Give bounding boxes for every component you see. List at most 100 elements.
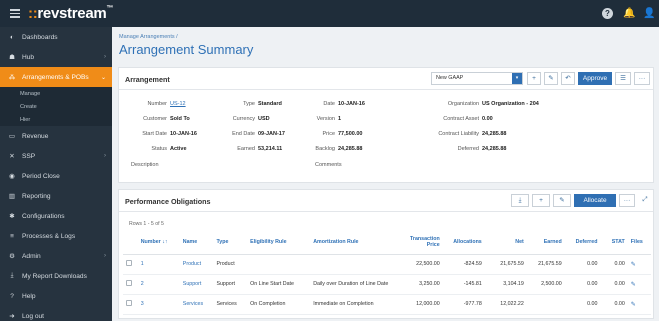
sidebar-item-arrangements[interactable]: ⁂ Arrangements & POBs ⌄ <box>0 67 112 87</box>
pob-stat: 0.00 <box>600 254 628 275</box>
sidebar-item-dashboards[interactable]: ◐ Dashboards <box>0 27 112 47</box>
pob-allocations: -977.78 <box>442 294 485 315</box>
pob-name-link[interactable]: Product <box>179 254 214 275</box>
pob-panel: Performance Obligations ⤓ + ✎ Allocate ·… <box>118 189 654 319</box>
col-type[interactable]: Type <box>213 230 248 255</box>
pob-price: 22,500.00 <box>394 254 443 275</box>
sidebar-item-processes[interactable]: ≡ Processes & Logs <box>0 226 112 246</box>
user-icon[interactable]: 👤 <box>643 8 655 19</box>
pob-earned: 21,675.59 <box>526 254 565 275</box>
help-icon[interactable]: ? <box>602 8 613 19</box>
field-date: Date 10-JAN-16 <box>323 101 365 107</box>
pob-stat: 0.00 <box>600 294 628 315</box>
col-number[interactable]: Number ↓↑ <box>137 230 180 255</box>
list-icon[interactable]: ☰ <box>615 72 631 85</box>
edit-icon[interactable]: ✎ <box>544 72 558 85</box>
sidebar-item-admin[interactable]: ⚙ Admin › <box>0 246 112 266</box>
field-comments: Comments <box>315 162 342 168</box>
expand-icon[interactable]: ⤢ <box>638 194 652 207</box>
hamburger-menu-icon[interactable] <box>10 9 20 18</box>
sidebar-item-downloads[interactable]: ⤓ My Report Downloads <box>0 266 112 286</box>
period-close-icon: ◉ <box>9 173 15 180</box>
undo-icon[interactable]: ↶ <box>561 72 575 85</box>
sidebar-item-hub[interactable]: ☗ Hub › <box>0 47 112 67</box>
sidebar-item-period-close[interactable]: ◉ Period Close <box>0 166 112 186</box>
edit-icon[interactable]: ✎ <box>553 194 571 207</box>
arrangement-number-link[interactable]: US-12 <box>170 101 186 107</box>
field-number: Number US-12 <box>147 101 186 107</box>
help-circle-icon: ? <box>10 292 14 300</box>
pob-deferred: 0.00 <box>564 254 601 275</box>
arrangement-panel: Arrangement New GAAP ▾ + ✎ ↶ Approve ☰ ·… <box>118 67 654 183</box>
pob-net: 3,104.19 <box>484 274 527 295</box>
bell-icon[interactable]: 🔔 <box>623 8 635 19</box>
sidebar-item-logout[interactable]: ➜ Log out <box>0 306 112 321</box>
col-eligibility[interactable]: Eligibility Rule <box>247 230 311 255</box>
pob-deferred: 0.00 <box>564 294 601 315</box>
pob-amortization <box>310 254 395 275</box>
col-files[interactable]: Files <box>627 230 651 255</box>
file-icon[interactable]: ✎ <box>631 302 636 308</box>
col-deferred[interactable]: Deferred <box>564 230 601 255</box>
add-button[interactable]: + <box>527 72 541 85</box>
pob-eligibility: On Line Start Date <box>247 274 311 295</box>
pob-net: 12,022.22 <box>484 294 527 315</box>
table-row[interactable]: 3 Services Services On Completion Immedi… <box>123 294 651 315</box>
gaap-view-select[interactable]: New GAAP ▾ <box>431 72 523 85</box>
revenue-icon: ▭ <box>8 133 16 140</box>
field-currency: Currency USD <box>232 116 270 122</box>
chevron-right-icon: › <box>104 54 106 60</box>
sidebar-subitem-hier[interactable]: Hier <box>0 113 112 126</box>
sidebar-subitem-create[interactable]: Create <box>0 100 112 113</box>
chevron-down-icon: ▾ <box>512 73 522 84</box>
field-type: Type Standard <box>243 101 282 107</box>
file-icon[interactable]: ✎ <box>631 262 636 268</box>
col-allocations[interactable]: Allocations <box>442 230 485 255</box>
pob-type: Support <box>213 274 248 295</box>
pob-number-link[interactable]: 3 <box>137 294 180 315</box>
pob-eligibility: On Completion <box>247 294 311 315</box>
configurations-icon: ✱ <box>9 213 15 220</box>
download-icon[interactable]: ⤓ <box>511 194 529 207</box>
breadcrumb[interactable]: Manage Arrangements / <box>119 34 178 40</box>
col-name[interactable]: Name <box>179 230 214 255</box>
col-amortization[interactable]: Amortization Rule <box>310 230 395 255</box>
col-earned[interactable]: Earned <box>526 230 565 255</box>
row-checkbox[interactable] <box>126 260 132 266</box>
allocate-button[interactable]: Allocate <box>574 194 616 207</box>
more-button[interactable]: ··· <box>619 194 635 207</box>
arrangements-icon: ⁂ <box>8 74 16 81</box>
field-earned: Earned 53,214.11 <box>237 146 283 152</box>
chevron-down-icon: ⌄ <box>100 74 106 81</box>
table-row[interactable]: 2 Support Support On Line Start Date Dai… <box>123 274 651 295</box>
col-stat[interactable]: STAT <box>600 230 628 255</box>
sidebar-item-reporting[interactable]: ▥ Reporting <box>0 186 112 206</box>
sidebar-item-ssp[interactable]: ✕ SSP › <box>0 146 112 166</box>
pob-number-link[interactable]: 1 <box>137 254 180 275</box>
approve-button[interactable]: Approve <box>578 72 612 85</box>
sidebar-item-help[interactable]: ? Help <box>0 286 112 306</box>
row-checkbox[interactable] <box>126 280 132 286</box>
col-select <box>123 230 138 255</box>
add-button[interactable]: + <box>532 194 550 207</box>
pob-panel-header: Performance Obligations ⤓ + ✎ Allocate ·… <box>119 190 653 212</box>
revstream-logo[interactable]: ::revstream™ <box>28 5 113 22</box>
sidebar-subitem-manage[interactable]: Manage <box>0 87 112 100</box>
pob-number-link[interactable]: 2 <box>137 274 180 295</box>
pob-type: Services <box>213 294 248 315</box>
more-button[interactable]: ··· <box>634 72 650 85</box>
sidebar-item-revenue[interactable]: ▭ Revenue <box>0 126 112 146</box>
field-description: Description <box>131 162 159 168</box>
table-row[interactable]: 1 Product Product 22,500.00 -824.59 21,6… <box>123 254 651 275</box>
top-bar: ::revstream™ ? 🔔 👤 <box>0 0 659 27</box>
col-net[interactable]: Net <box>484 230 527 255</box>
sidebar-item-configurations[interactable]: ✱ Configurations <box>0 206 112 226</box>
field-status: Status Active <box>151 146 187 152</box>
pob-name-link[interactable]: Services <box>179 294 214 315</box>
file-icon[interactable]: ✎ <box>631 282 636 288</box>
col-transaction-price[interactable]: Transaction Price <box>394 230 443 255</box>
pob-name-link[interactable]: Support <box>179 274 214 295</box>
row-checkbox[interactable] <box>126 300 132 306</box>
downloads-icon: ⤓ <box>10 272 14 279</box>
chevron-right-icon: › <box>104 253 106 259</box>
